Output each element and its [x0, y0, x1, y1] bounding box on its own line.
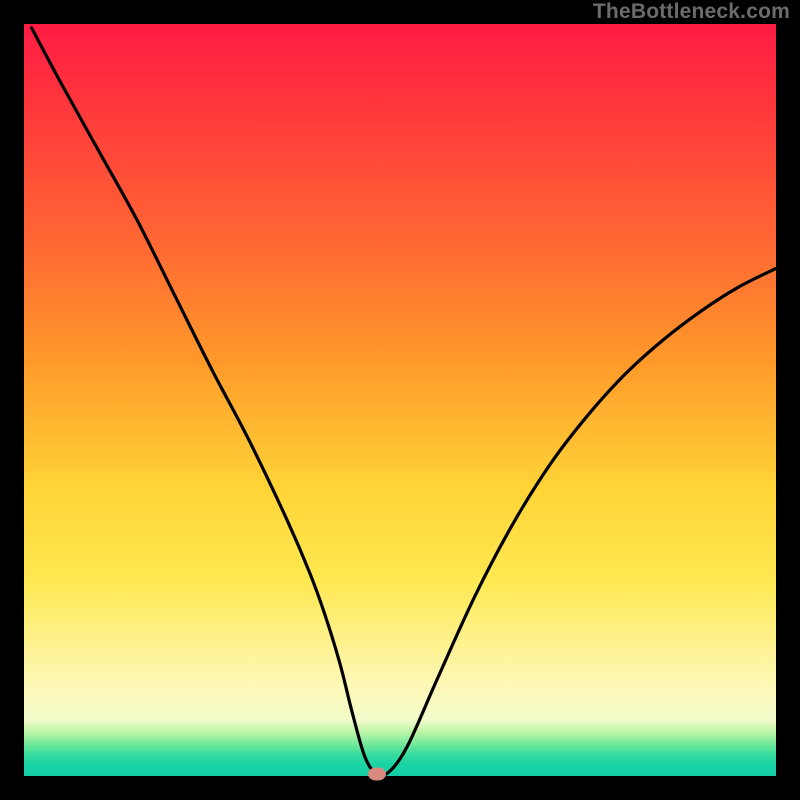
chart-frame: TheBottleneck.com [0, 0, 800, 800]
watermark-text: TheBottleneck.com [593, 0, 790, 24]
bottleneck-curve [24, 24, 776, 776]
min-marker-icon [368, 768, 386, 781]
plot-area [24, 24, 776, 776]
